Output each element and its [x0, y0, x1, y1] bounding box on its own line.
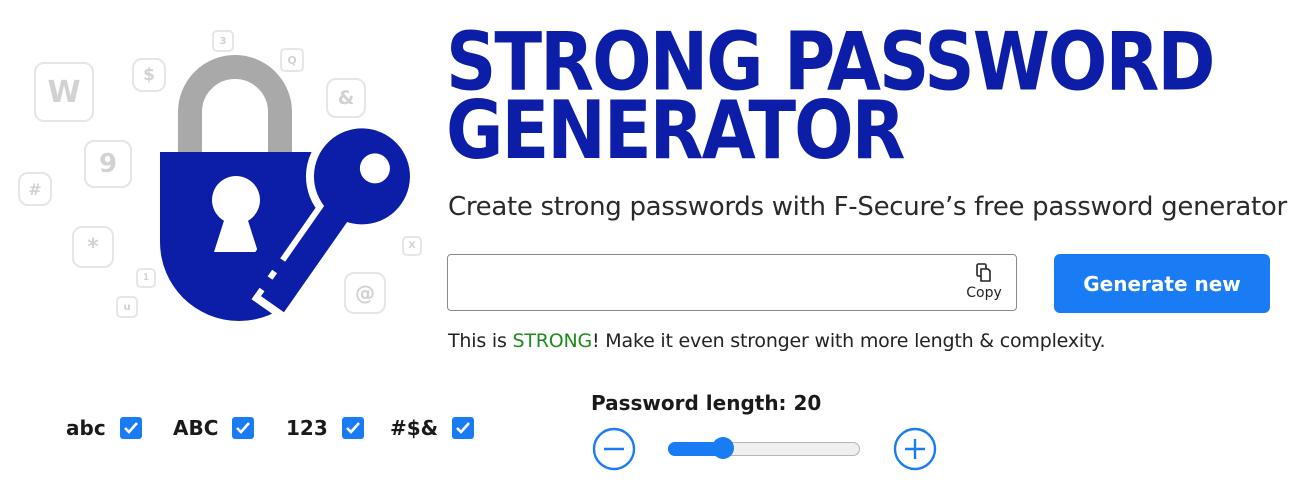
checkmark-icon [345, 422, 360, 434]
numbers-checkbox[interactable] [341, 417, 364, 439]
copy-label: Copy [966, 285, 1002, 301]
strength-level: STRONG [512, 330, 593, 352]
password-output-field: Copy [447, 254, 1017, 311]
password-length-slider[interactable] [668, 437, 860, 459]
padlock-icon [160, 55, 418, 323]
option-label: #$& [390, 416, 439, 440]
password-length-label: Password length: 20 [591, 391, 822, 415]
hero-illustration: W $ 3 Q & 9 # * 1 u X @ [0, 0, 440, 340]
plus-circle-icon [893, 427, 937, 471]
option-label: abc [66, 416, 106, 440]
slider-thumb[interactable] [712, 437, 734, 459]
checkmark-icon [456, 422, 471, 434]
strength-prefix: This is [448, 330, 513, 352]
title-line-2: GENERATOR [446, 83, 905, 178]
strength-suffix: ! Make it even stronger with more length… [592, 330, 1106, 352]
generate-new-button[interactable]: Generate new [1054, 254, 1270, 313]
copy-icon [976, 263, 991, 282]
decrease-length-button[interactable] [592, 427, 636, 471]
option-label: ABC [173, 416, 219, 440]
strength-message: This is STRONG! Make it even stronger wi… [448, 330, 1106, 352]
lowercase-checkbox[interactable] [119, 417, 142, 439]
uppercase-checkbox[interactable] [232, 417, 255, 439]
option-symbols[interactable]: #$& [390, 416, 475, 440]
checkmark-icon [236, 422, 251, 434]
option-lowercase[interactable]: abc [66, 416, 142, 440]
option-uppercase[interactable]: ABC [173, 416, 255, 440]
minus-circle-icon [592, 427, 636, 471]
option-numbers[interactable]: 123 [286, 416, 364, 440]
option-label: 123 [286, 416, 328, 440]
copy-button[interactable]: Copy [960, 263, 1008, 305]
symbols-checkbox[interactable] [452, 417, 475, 439]
page-title: STRONG PASSWORD GENERATOR [446, 22, 1215, 170]
increase-length-button[interactable] [893, 427, 937, 471]
page-subtitle: Create strong passwords with F-Secure’s … [448, 192, 1287, 222]
password-input[interactable] [460, 265, 944, 303]
checkmark-icon [123, 422, 138, 434]
